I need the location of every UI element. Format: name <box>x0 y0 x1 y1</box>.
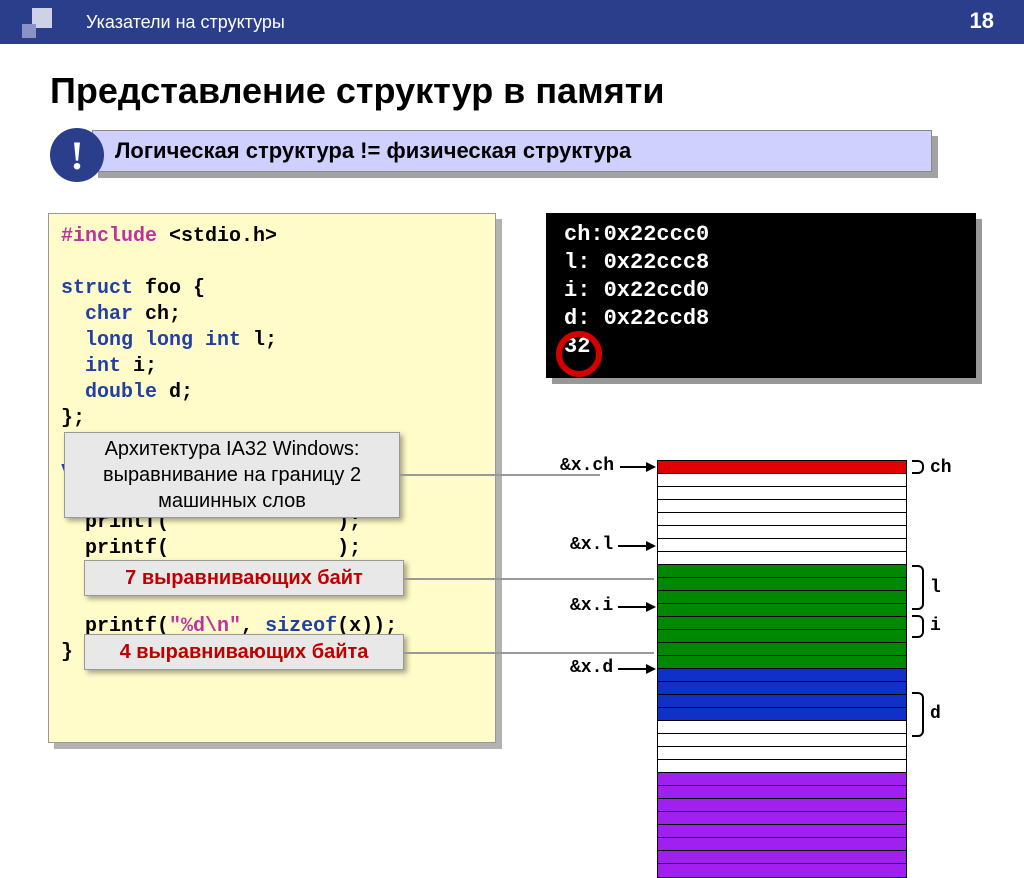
mem-byte-d <box>658 864 906 877</box>
mem-byte-d <box>658 812 906 825</box>
mem-byte-d <box>658 851 906 864</box>
mem-byte-pad <box>658 539 906 552</box>
connector-line <box>404 652 654 654</box>
page-number: 18 <box>970 8 994 34</box>
mem-byte-pad <box>658 500 906 513</box>
mem-byte-pad <box>658 747 906 760</box>
callout-architecture: Архитектура IA32 Windows: выравнивание н… <box>64 432 400 518</box>
term-line: ch:0x22ccc0 <box>564 221 958 249</box>
field-label: l <box>930 578 941 598</box>
mem-byte-d <box>658 773 906 786</box>
mem-byte-ch <box>658 461 906 474</box>
mem-byte-d <box>658 825 906 838</box>
mem-addr-label: &x.d <box>570 658 613 678</box>
term-line: i: 0x22ccd0 <box>564 277 958 305</box>
mem-byte-pad <box>658 721 906 734</box>
brace-icon <box>912 565 924 610</box>
callout-padding-7: 7 выравнивающих байт <box>84 560 404 596</box>
mem-byte-l <box>658 643 906 656</box>
mem-byte-l <box>658 578 906 591</box>
connector-line <box>404 578 654 580</box>
mem-byte-d <box>658 786 906 799</box>
terminal-output: ch:0x22ccc0 l: 0x22ccc8 i: 0x22ccd0 d: 0… <box>546 213 976 378</box>
mem-byte-pad <box>658 487 906 500</box>
callout-padding-4: 4 выравнивающих байта <box>84 634 404 670</box>
mem-byte-i <box>658 708 906 721</box>
brace-icon <box>912 615 924 638</box>
field-label: i <box>930 616 941 636</box>
field-label: ch <box>930 458 952 478</box>
term-line: d: 0x22ccd8 <box>564 305 958 333</box>
arrow-icon <box>618 606 654 608</box>
arrow-icon <box>618 545 654 547</box>
mem-addr-label: &x.l <box>570 535 613 555</box>
term-line: l: 0x22ccc8 <box>564 249 958 277</box>
mem-addr-label: &x.i <box>570 596 613 616</box>
term-line: 32 <box>564 333 958 361</box>
mem-byte-l <box>658 630 906 643</box>
mem-byte-i <box>658 669 906 682</box>
memory-layout-diagram <box>657 460 907 878</box>
mem-byte-l <box>658 604 906 617</box>
slide-header: Указатели на структуры 18 <box>0 0 1024 44</box>
breadcrumb: Указатели на структуры <box>86 12 285 33</box>
mem-addr-label: &x.ch <box>560 456 614 476</box>
mem-byte-pad <box>658 526 906 539</box>
subtitle-text: Логическая структура != физическая струк… <box>92 130 932 172</box>
mem-byte-i <box>658 695 906 708</box>
mem-byte-d <box>658 838 906 851</box>
mem-byte-pad <box>658 734 906 747</box>
mem-byte-l <box>658 656 906 669</box>
arrow-icon <box>618 668 654 670</box>
brace-icon <box>912 460 924 474</box>
mem-byte-pad <box>658 513 906 526</box>
subtitle-bar: Логическая структура != физическая струк… <box>92 130 932 172</box>
attention-icon: ! <box>50 128 104 182</box>
mem-byte-l <box>658 565 906 578</box>
page-title: Представление структур в памяти <box>50 70 664 112</box>
field-label: d <box>930 704 941 724</box>
mem-byte-d <box>658 799 906 812</box>
brace-icon <box>912 692 924 737</box>
terminal: ch:0x22ccc0 l: 0x22ccc8 i: 0x22ccd0 d: 0… <box>546 213 976 378</box>
mem-byte-l <box>658 617 906 630</box>
mem-byte-pad <box>658 552 906 565</box>
mem-byte-pad <box>658 474 906 487</box>
mem-byte-l <box>658 591 906 604</box>
highlight-circle-icon <box>556 331 602 377</box>
mem-byte-i <box>658 682 906 695</box>
header-decor-icon <box>22 8 56 42</box>
arrow-icon <box>620 466 654 468</box>
